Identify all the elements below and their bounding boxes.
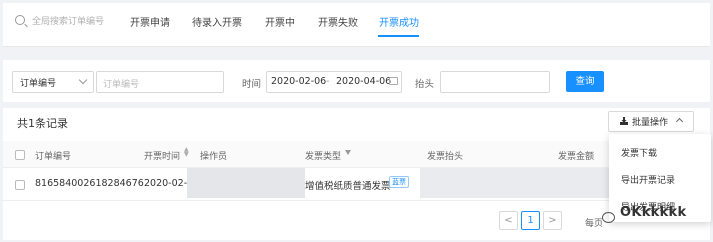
- page-size-label: 每页: [585, 219, 604, 229]
- wechat-icon: [602, 212, 615, 223]
- download-icon: [620, 117, 628, 125]
- record-count: 共1条记录: [17, 117, 68, 130]
- query-button[interactable]: 查询: [566, 71, 604, 92]
- batch-actions-label: 批量操作: [632, 118, 669, 128]
- col-invoice-time[interactable]: 开票时间: [144, 149, 180, 162]
- filter-icon[interactable]: [345, 150, 351, 155]
- prev-page-button[interactable]: <: [499, 211, 518, 230]
- menu-item-export-records[interactable]: 导出开票记录: [621, 173, 675, 186]
- col-order-no: 订单编号: [35, 152, 72, 162]
- tab-success[interactable]: 开票成功: [379, 14, 419, 29]
- sort-icon[interactable]: ▲ ▼: [184, 147, 189, 158]
- date-separator: -: [326, 76, 330, 87]
- cell-order-no: 816584002618284676: [35, 178, 144, 189]
- watermark: OKkkkkk: [620, 205, 687, 220]
- tab-invoice-apply[interactable]: 开票申请: [130, 14, 170, 29]
- col-invoice-type: 发票类型: [305, 152, 342, 162]
- menu-item-invoice-download[interactable]: 发票下载: [621, 146, 657, 159]
- cell-invoice-time: 2020-02-: [144, 178, 188, 189]
- global-search-input[interactable]: 全局搜索订单编号: [32, 14, 104, 27]
- col-invoice-amount: 发票金额: [558, 152, 595, 162]
- time-label: 时间: [242, 79, 262, 90]
- field-select-value: 订单编号: [20, 79, 57, 89]
- active-tab-indicator: [378, 35, 419, 37]
- select-all-checkbox[interactable]: [15, 150, 25, 160]
- search-icon[interactable]: [15, 15, 25, 25]
- redacted-operator: [187, 168, 305, 198]
- col-operator: 操作员: [200, 152, 228, 162]
- header-label: 抬头: [415, 79, 435, 90]
- chevron-down-icon: [78, 75, 88, 85]
- calendar-icon: [389, 77, 398, 85]
- cell-invoice-type: 增值税纸质普通发票: [305, 181, 391, 192]
- tab-failed[interactable]: 开票失败: [318, 14, 358, 29]
- row-checkbox[interactable]: [15, 180, 25, 190]
- blue-invoice-tag: 蓝票: [389, 176, 409, 188]
- page-1-button[interactable]: 1: [521, 211, 540, 230]
- date-end: 2020-04-06: [336, 76, 392, 87]
- tab-pending-entry[interactable]: 待录入开票: [192, 14, 242, 29]
- row-divider: [3, 200, 611, 201]
- order-no-placeholder: 订单编号: [103, 80, 140, 90]
- tab-invoicing[interactable]: 开票中: [265, 14, 295, 29]
- next-page-button[interactable]: >: [543, 211, 562, 230]
- col-invoice-header: 发票抬头: [427, 152, 464, 162]
- date-start: 2020-02-06: [271, 76, 327, 87]
- header-input[interactable]: [440, 71, 550, 93]
- redacted-header: [420, 168, 610, 198]
